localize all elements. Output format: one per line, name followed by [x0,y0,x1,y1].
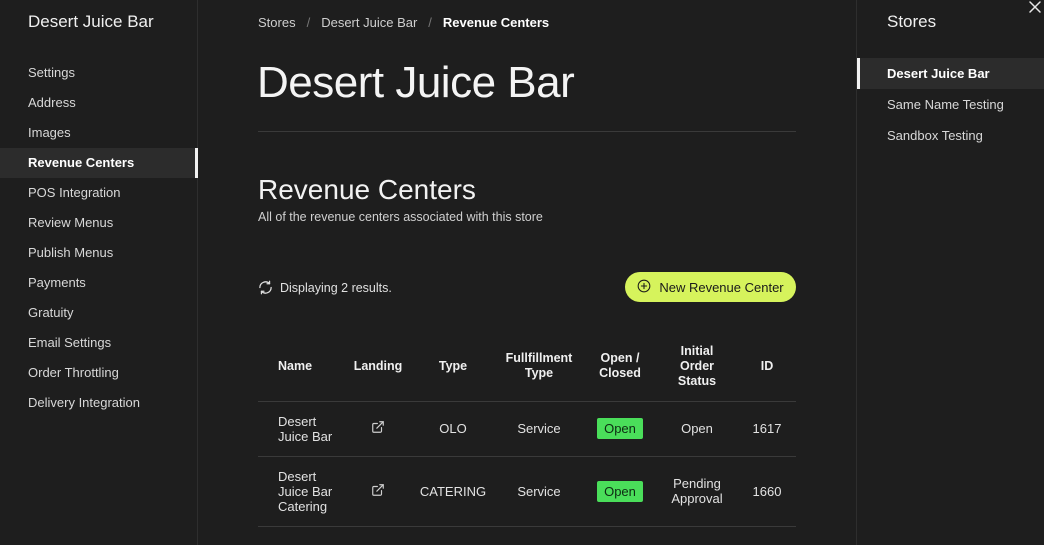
section-subtitle: All of the revenue centers associated wi… [258,210,543,224]
new-revenue-center-button[interactable]: New Revenue Center [625,272,796,302]
table-row[interactable]: Desert Juice Bar Catering CATERING Servi… [258,456,796,527]
cell-name-line: Desert [278,413,317,429]
cell-name: Desert Juice Bar Catering [258,456,344,527]
status-badge: Open [597,418,643,439]
store-item-desert-juice-bar[interactable]: Desert Juice Bar [857,58,1044,89]
col-header-id[interactable]: ID [738,332,796,402]
table-header-row: Name Landing Type Fullfillment Type Open… [258,332,796,402]
cell-status-line: Approval [671,491,723,506]
sidebar-item-delivery-integration[interactable]: Delivery Integration [0,388,198,418]
cell-status-line: Open [681,421,713,436]
stores-panel-title: Stores [887,12,937,31]
sidebar-item-payments[interactable]: Payments [0,268,198,298]
cell-open-closed: Open [584,401,656,457]
sidebar-item-publish-menus[interactable]: Publish Menus [0,238,198,268]
cell-id: 1660 [738,456,796,527]
sidebar-item-gratuity[interactable]: Gratuity [0,298,198,328]
col-header-landing[interactable]: Landing [344,332,412,402]
cell-status-line: Pending [673,476,721,491]
col-header-status-line: Status [677,373,717,388]
cell-name-line: Desert [278,468,317,484]
cell-name-line: Juice Bar [278,483,333,499]
cell-fulfillment: Service [494,456,584,527]
cell-open-closed: Open [584,456,656,527]
breadcrumb-current: Revenue Centers [442,15,550,30]
sidebar-item-order-throttling[interactable]: Order Throttling [0,358,198,388]
breadcrumb: Stores / Desert Juice Bar / Revenue Cent… [258,15,549,30]
external-link-icon[interactable] [371,420,385,437]
stores-panel: Stores Desert Juice Bar Same Name Testin… [856,0,1044,545]
sidebar-item-email-settings[interactable]: Email Settings [0,328,198,358]
results-text: Displaying 2 results. [280,280,392,295]
col-header-name[interactable]: Name [258,332,344,402]
breadcrumb-stores[interactable]: Stores [258,15,296,30]
col-header-fulfillment-line: Fullfillment [505,351,573,366]
breadcrumb-separator: / [306,15,311,30]
cell-landing [344,456,412,527]
main-content: Stores / Desert Juice Bar / Revenue Cent… [198,0,856,545]
cell-type: OLO [412,401,494,457]
store-list: Desert Juice Bar Same Name Testing Sandb… [857,58,1044,151]
sidebar: Desert Juice Bar Settings Address Images… [0,0,198,545]
plus-circle-icon [637,279,651,296]
col-header-status-line: Initial [680,343,714,358]
sidebar-item-images[interactable]: Images [0,118,198,148]
close-icon[interactable] [1028,0,1042,14]
cell-name-line: Juice Bar [278,428,333,444]
section-title: Revenue Centers [258,174,476,205]
col-header-initial-status[interactable]: Initial Order Status [656,332,738,402]
cell-type: CATERING [412,456,494,527]
col-header-open-closed[interactable]: Open / Closed [584,332,656,402]
title-divider [258,131,796,132]
sidebar-nav: Settings Address Images Revenue Centers … [0,58,198,418]
refresh-icon[interactable] [258,280,273,295]
col-header-status-line: Order [679,358,715,373]
cell-initial-status: Open [656,401,738,457]
cell-id: 1617 [738,401,796,457]
col-header-fulfillment[interactable]: Fullfillment Type [494,332,584,402]
page-title: Desert Juice Bar [257,58,575,107]
col-header-open-line: Open / [600,351,640,366]
status-badge: Open [597,480,643,502]
sidebar-item-review-menus[interactable]: Review Menus [0,208,198,238]
col-header-type[interactable]: Type [412,332,494,402]
brand-title: Desert Juice Bar [28,12,154,31]
sidebar-item-settings[interactable]: Settings [0,58,198,88]
store-item-same-name-testing[interactable]: Same Name Testing [857,89,1044,120]
cell-fulfillment: Service [494,401,584,457]
breadcrumb-store[interactable]: Desert Juice Bar [321,15,417,30]
revenue-centers-table: Name Landing Type Fullfillment Type Open… [258,332,796,527]
cell-initial-status: Pending Approval [656,456,738,527]
breadcrumb-separator: / [428,15,432,30]
store-item-sandbox-testing[interactable]: Sandbox Testing [857,120,1044,151]
cell-name: Desert Juice Bar [258,401,344,457]
col-header-fulfillment-line: Type [524,366,554,381]
table-row[interactable]: Desert Juice Bar OLO Service Open Open 1… [258,401,796,457]
sidebar-item-revenue-centers[interactable]: Revenue Centers [0,148,198,178]
new-revenue-center-label: New Revenue Center [659,279,784,295]
cell-name-line: Catering [278,498,328,514]
results-count: Displaying 2 results. [258,280,392,295]
external-link-icon[interactable] [371,483,385,500]
sidebar-item-address[interactable]: Address [0,88,198,118]
sidebar-item-pos-integration[interactable]: POS Integration [0,178,198,208]
col-header-open-line: Closed [599,366,641,381]
cell-landing [344,401,412,457]
